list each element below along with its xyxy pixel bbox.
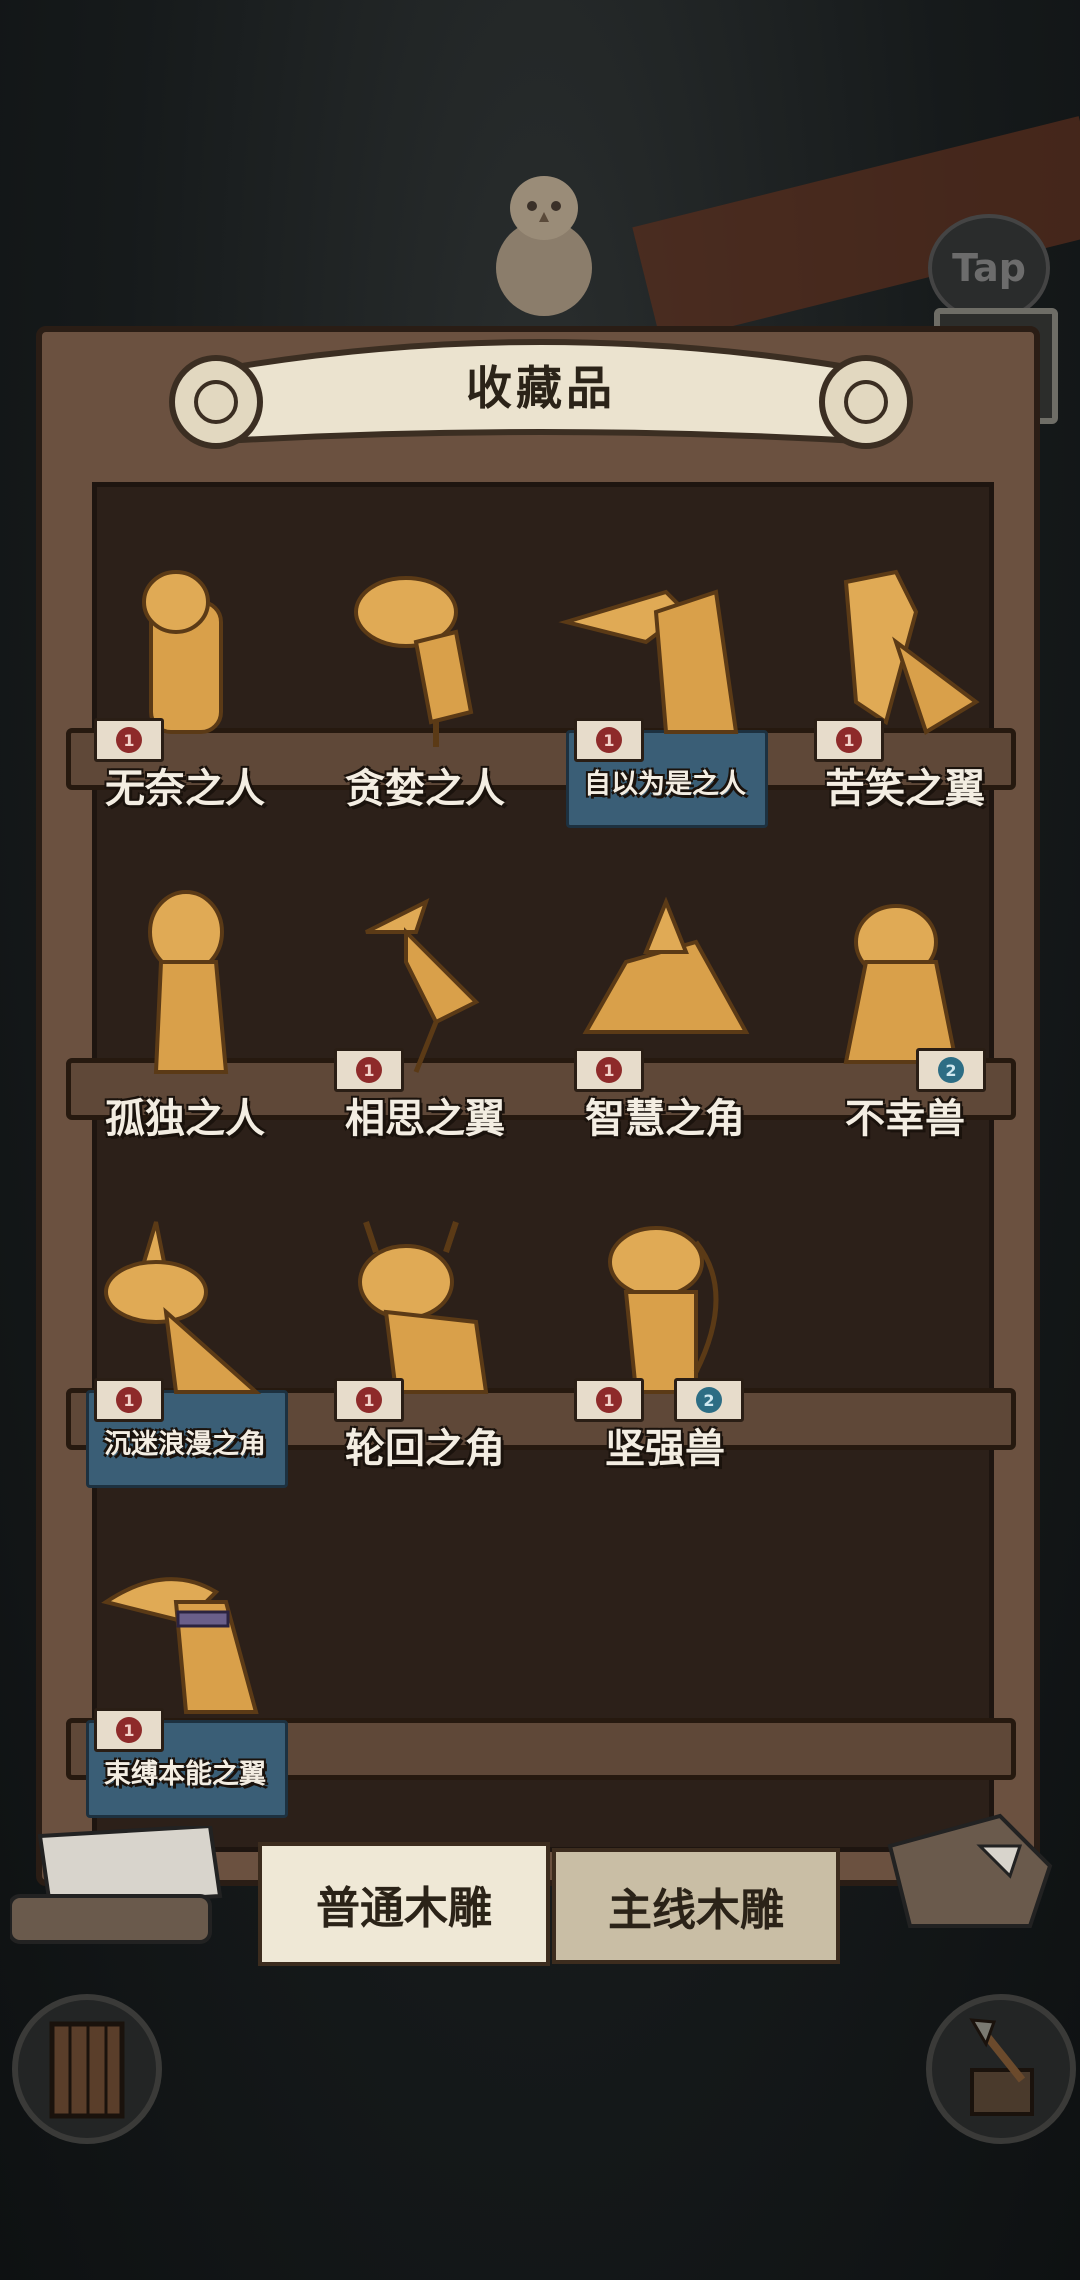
item-label: 苦笑之翼 bbox=[825, 765, 985, 812]
item-label: 束缚本能之翼 bbox=[104, 1759, 266, 1790]
item-label: 自以为是之人 bbox=[584, 769, 746, 800]
collection-item-9[interactable]: 1 沉迷浪漫之角 bbox=[66, 1212, 304, 1492]
item-label: 贪婪之人 bbox=[345, 765, 505, 812]
axe-stump-icon bbox=[969, 2018, 1034, 2116]
page-title: 收藏品 bbox=[466, 361, 616, 415]
count-tag: 1 bbox=[94, 1708, 164, 1752]
item-label: 轮回之角 bbox=[345, 1425, 505, 1472]
girl-carving-icon bbox=[148, 890, 229, 1074]
collection-item-4[interactable]: 1 苦笑之翼 bbox=[786, 552, 1024, 832]
collection-item-12[interactable]: 1 束缚本能之翼 bbox=[66, 1542, 304, 1822]
item-label: 孤独之人 bbox=[105, 1095, 265, 1142]
tab-main-carvings[interactable]: 主线木雕 bbox=[552, 1848, 840, 1964]
item-label: 智慧之角 bbox=[585, 1095, 745, 1142]
greedy-man-carving-icon bbox=[354, 576, 474, 747]
count-tag: 1 bbox=[94, 1378, 164, 1422]
tab-normal-carvings[interactable]: 普通木雕 bbox=[258, 1842, 550, 1966]
collection-item-11[interactable]: 1 2 坚强兽 bbox=[546, 1212, 784, 1492]
collection-item-10[interactable]: 1 轮回之角 bbox=[306, 1212, 544, 1492]
collection-item-2[interactable]: 贪婪之人 bbox=[306, 552, 544, 832]
tap-button[interactable]: Tap bbox=[928, 214, 1050, 322]
rubble-right-decoration bbox=[887, 1813, 1053, 1928]
count-tag: 1 bbox=[574, 718, 644, 762]
collection-item-6[interactable]: 1 相思之翼 bbox=[306, 882, 544, 1162]
seal-beast-carving-icon bbox=[843, 904, 959, 1064]
item-label: 坚强兽 bbox=[605, 1425, 725, 1472]
item-label: 沉迷浪漫之角 bbox=[104, 1429, 266, 1460]
door-icon bbox=[49, 2021, 125, 2119]
door-button[interactable] bbox=[12, 1994, 162, 2144]
tab-label: 主线木雕 bbox=[608, 1885, 784, 1936]
carving-workshop-button[interactable] bbox=[926, 1994, 1076, 2144]
collection-item-1[interactable]: 1 无奈之人 bbox=[66, 552, 304, 832]
item-label: 无奈之人 bbox=[105, 765, 265, 812]
collection-item-3[interactable]: 1 自以为是之人 bbox=[546, 552, 784, 832]
owl-statue bbox=[496, 176, 592, 316]
collection-item-5[interactable]: 孤独之人 bbox=[66, 882, 304, 1162]
item-label: 不幸兽 bbox=[845, 1095, 965, 1142]
rubble-left-decoration bbox=[10, 1826, 223, 1944]
collection-item-8[interactable]: 2 不幸兽 bbox=[786, 882, 1024, 1162]
tab-label: 普通木雕 bbox=[316, 1883, 492, 1934]
collection-item-7[interactable]: 1 智慧之角 bbox=[546, 882, 784, 1162]
item-label: 相思之翼 bbox=[345, 1095, 505, 1142]
